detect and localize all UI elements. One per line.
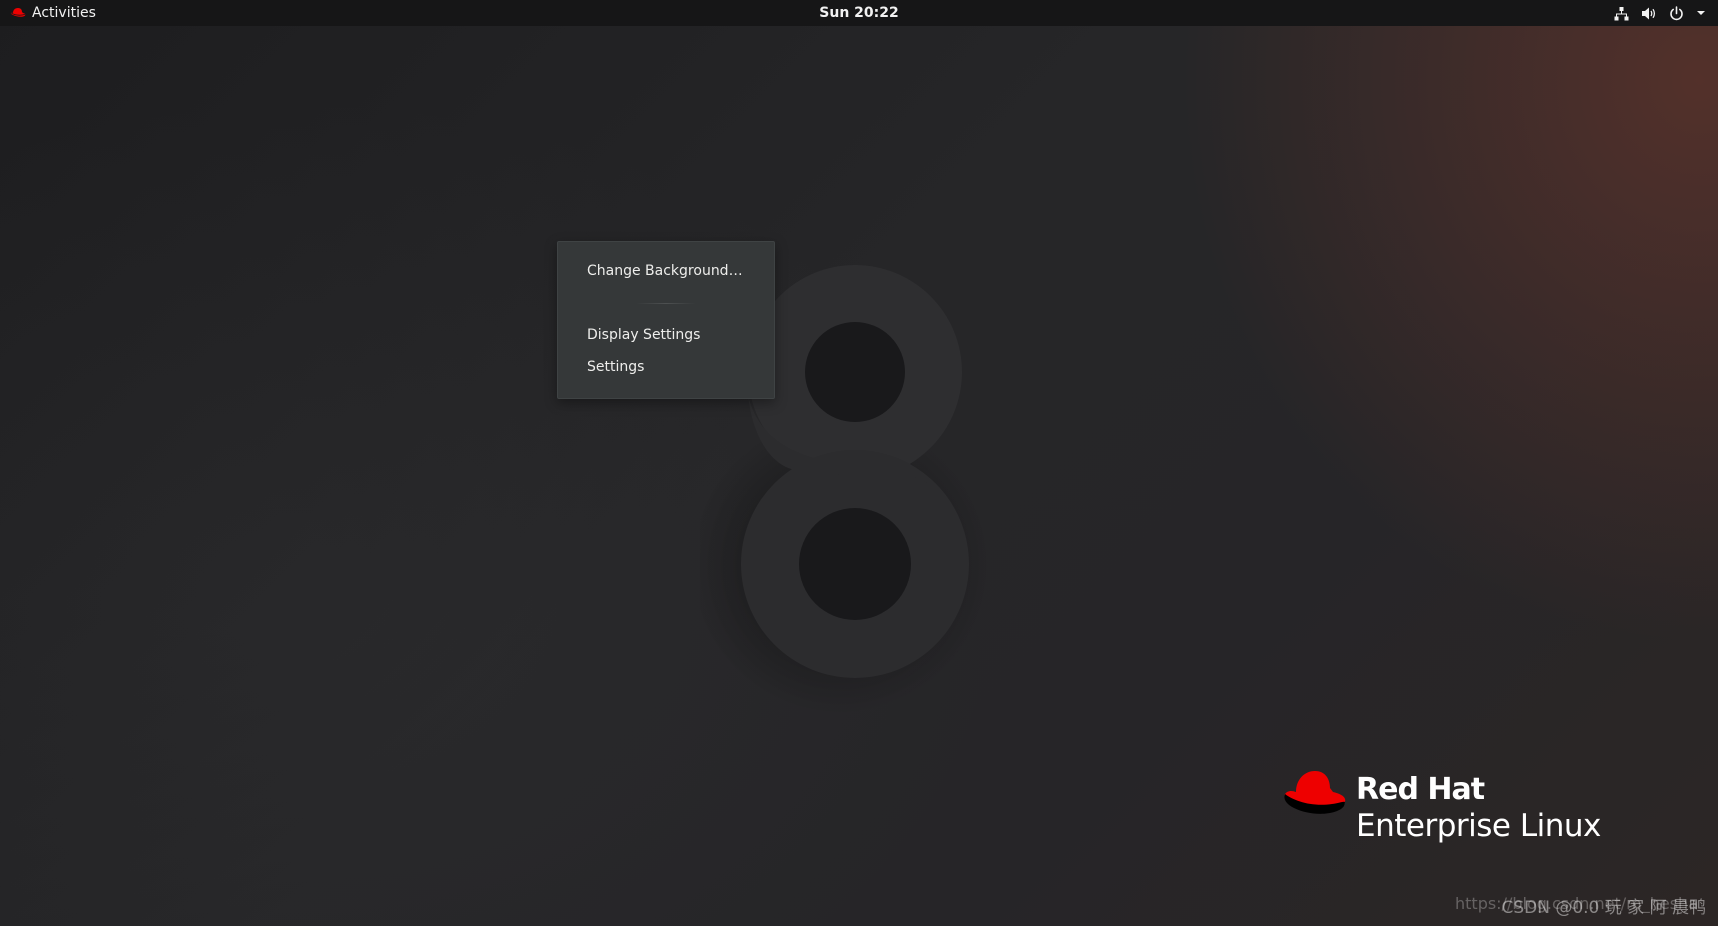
- activities-label: Activities: [32, 5, 96, 21]
- top-bar: Activities Sun 20:22: [0, 0, 1718, 26]
- system-tray[interactable]: [1614, 0, 1706, 26]
- power-icon[interactable]: [1669, 5, 1684, 21]
- brand-line-enterprise-linux: Enterprise Linux: [1356, 808, 1601, 844]
- activities-button[interactable]: Activities: [10, 0, 96, 26]
- desktop-context-menu: Change Background… Display Settings Sett…: [557, 241, 775, 399]
- menu-separator: [558, 287, 774, 319]
- menu-item-display-settings[interactable]: Display Settings: [558, 319, 774, 351]
- network-icon[interactable]: [1614, 6, 1629, 21]
- watermark-text: CSDN @0.0 玩 家 阿 晨鸭: [1501, 898, 1706, 918]
- chevron-down-icon[interactable]: [1696, 9, 1706, 17]
- menu-item-settings[interactable]: Settings: [558, 351, 774, 383]
- watermark: https://blog.csdn.net/m_hesha CSDN @0.0 …: [1455, 893, 1706, 918]
- desktop[interactable]: Activities Sun 20:22 Change Background… …: [0, 0, 1718, 926]
- menu-item-change-background[interactable]: Change Background…: [558, 255, 774, 287]
- brand-line-redhat: Red Hat: [1356, 772, 1485, 807]
- clock[interactable]: Sun 20:22: [819, 0, 898, 26]
- redhat-brand-logo: Red Hat Enterprise Linux: [1282, 766, 1622, 856]
- volume-icon[interactable]: [1641, 6, 1657, 21]
- redhat-hat-icon: [1284, 771, 1346, 814]
- redhat-logo-icon: [10, 7, 26, 19]
